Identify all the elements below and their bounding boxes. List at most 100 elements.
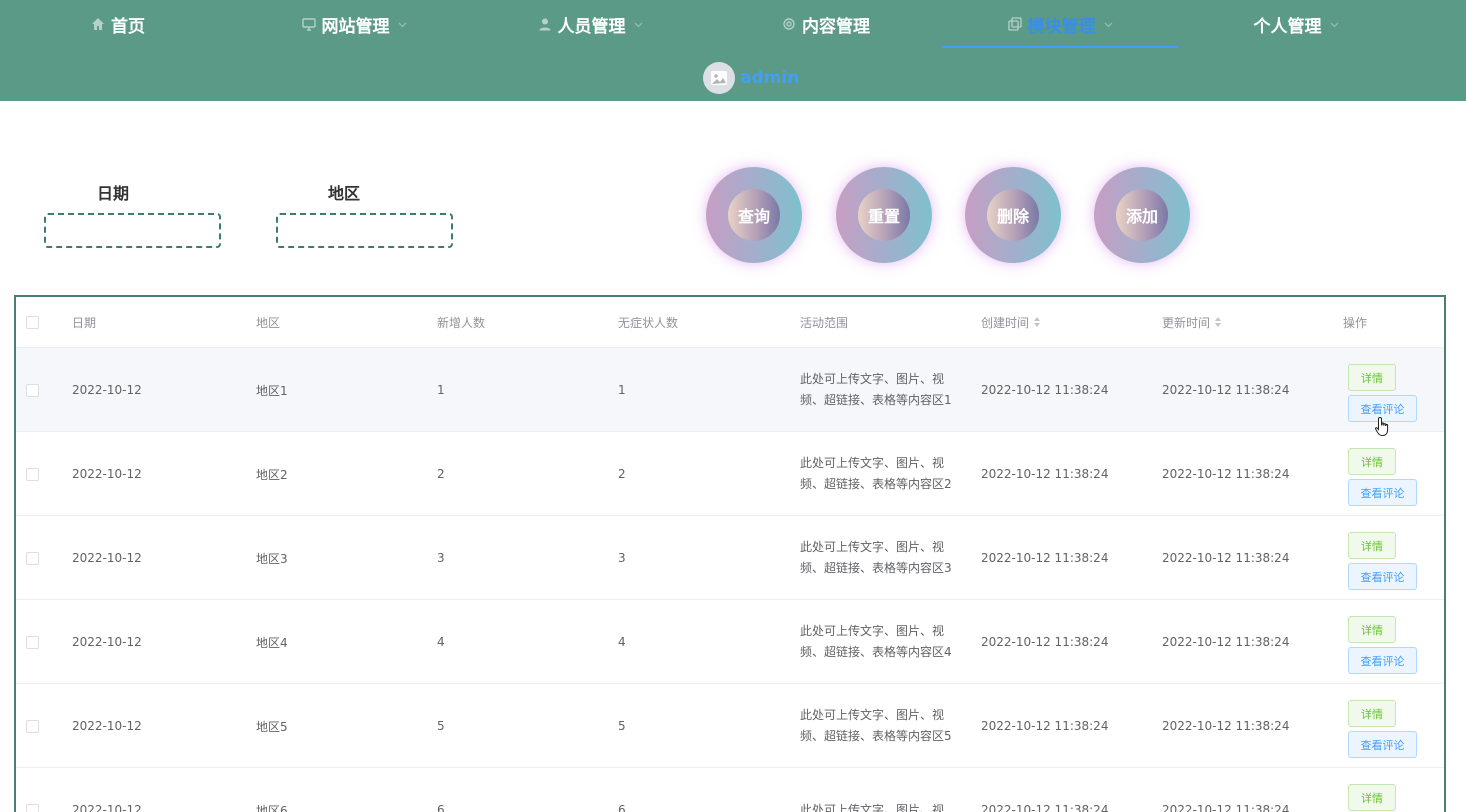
range-line: 此处可上传文字、图片、视 [800, 372, 945, 386]
cell-date: 2022-10-12 [72, 551, 142, 565]
row-checkbox[interactable] [26, 684, 39, 768]
region-search-input[interactable] [276, 213, 453, 248]
nav-item-module[interactable]: 模块管理 [942, 0, 1178, 48]
cell-range: 此处可上传文字、图片、视 频、超链接、表格等内容区3 [800, 516, 965, 600]
nav-item-home[interactable]: 首页 [0, 0, 236, 48]
column-header-created[interactable]: 创建时间 [981, 297, 1041, 347]
nav-item-content[interactable]: 内容管理 [708, 0, 944, 48]
range-line: 频、超链接、表格等内容区3 [800, 561, 952, 575]
picture-icon [711, 71, 727, 85]
detail-button[interactable]: 详情 [1348, 616, 1396, 643]
range-line: 此处可上传文字、图片、视 [800, 456, 945, 470]
column-header-updated[interactable]: 更新时间 [1162, 297, 1222, 347]
cell-date: 2022-10-12 [72, 467, 142, 481]
column-header-region: 地区 [256, 315, 281, 330]
settings-icon [782, 17, 796, 31]
cell-asymptomatic: 5 [618, 719, 626, 733]
cell-updated: 2022-10-12 11:38:24 [1162, 383, 1290, 397]
view-comments-button[interactable]: 查看评论 [1348, 647, 1417, 674]
delete-button[interactable]: 删除 [965, 167, 1061, 263]
cell-updated: 2022-10-12 11:38:24 [1162, 635, 1290, 649]
add-button[interactable]: 添加 [1094, 167, 1190, 263]
query-button[interactable]: 查询 [706, 167, 802, 263]
table-row[interactable]: 2022-10-12 地区3 3 3 此处可上传文字、图片、视 频、超链接、表格等… [16, 515, 1444, 599]
cell-date: 2022-10-12 [72, 803, 142, 812]
sort-icon[interactable] [1034, 317, 1041, 327]
cell-region: 地区6 [256, 803, 288, 812]
cell-new-count: 4 [437, 635, 445, 649]
cell-updated: 2022-10-12 11:38:24 [1162, 467, 1290, 481]
nav-label: 内容管理 [802, 16, 870, 37]
hand-cursor-icon [1375, 416, 1389, 436]
cell-created: 2022-10-12 11:38:24 [981, 383, 1109, 397]
view-comments-button[interactable]: 查看评论 [1348, 563, 1417, 590]
monitor-icon [301, 17, 316, 31]
cell-region: 地区4 [256, 635, 288, 650]
chevron-down-icon [634, 20, 643, 29]
cell-region: 地区1 [256, 383, 288, 398]
delete-button-label: 删除 [987, 189, 1039, 241]
select-all-checkbox[interactable] [26, 297, 39, 347]
view-comments-button[interactable]: 查看评论 [1348, 479, 1417, 506]
row-checkbox[interactable] [26, 768, 39, 812]
query-button-label: 查询 [728, 189, 780, 241]
date-search-input[interactable] [44, 213, 221, 248]
cell-created: 2022-10-12 11:38:24 [981, 467, 1109, 481]
nav-label: 模块管理 [1027, 16, 1096, 37]
detail-button[interactable]: 详情 [1348, 784, 1396, 811]
copy-icon [1007, 17, 1022, 31]
nav-item-personal[interactable]: 个人管理 [1178, 0, 1414, 48]
user-menu[interactable]: admin [703, 60, 799, 96]
chevron-down-icon [1104, 20, 1113, 29]
range-line: 此处可上传文字、图片、视 [800, 708, 945, 722]
range-line: 频、超链接、表格等内容区4 [800, 645, 952, 659]
username: admin [740, 68, 800, 88]
cell-updated: 2022-10-12 11:38:24 [1162, 551, 1290, 565]
reset-button[interactable]: 重置 [836, 167, 932, 263]
detail-button[interactable]: 详情 [1348, 448, 1396, 475]
table-row[interactable]: 2022-10-12 地区2 2 2 此处可上传文字、图片、视 频、超链接、表格等… [16, 431, 1444, 515]
range-line: 此处可上传文字、图片、视 [800, 540, 945, 554]
cell-region: 地区3 [256, 551, 288, 566]
table-header: 日期 地区 新增人数 无症状人数 活动范围 创建时间 更新时间 操作 [16, 297, 1444, 347]
row-checkbox[interactable] [26, 348, 39, 432]
nav-item-website[interactable]: 网站管理 [236, 0, 472, 48]
cell-range: 此处可上传文字、图片、视 频、超链接、表格等内容区2 [800, 432, 965, 516]
cell-asymptomatic: 2 [618, 467, 626, 481]
column-header-range: 活动范围 [800, 315, 849, 330]
cell-created: 2022-10-12 11:38:24 [981, 803, 1109, 812]
column-header-actions: 操作 [1343, 315, 1368, 330]
detail-button[interactable]: 详情 [1348, 700, 1396, 727]
row-checkbox[interactable] [26, 516, 39, 600]
row-checkbox[interactable] [26, 432, 39, 516]
nav-item-people[interactable]: 人员管理 [472, 0, 708, 48]
range-line: 此处可上传文字、图片、视 [800, 624, 945, 638]
detail-button[interactable]: 详情 [1348, 532, 1396, 559]
cell-created: 2022-10-12 11:38:24 [981, 551, 1109, 565]
column-header-date: 日期 [72, 315, 97, 330]
range-line: 频、超链接、表格等内容区2 [800, 477, 952, 491]
add-button-label: 添加 [1116, 189, 1168, 241]
home-icon [91, 17, 105, 31]
data-table: 日期 地区 新增人数 无症状人数 活动范围 创建时间 更新时间 操作 2022-… [14, 295, 1446, 812]
cell-range: 此处可上传文字、图片、视 频、超链接、表格等内容区1 [800, 348, 965, 432]
row-checkbox[interactable] [26, 600, 39, 684]
nav-label: 个人管理 [1253, 16, 1322, 37]
cell-region: 地区2 [256, 467, 288, 482]
avatar[interactable] [703, 62, 735, 94]
cell-asymptomatic: 1 [618, 383, 626, 397]
nav-label: 网站管理 [321, 16, 390, 37]
cell-updated: 2022-10-12 11:38:24 [1162, 803, 1290, 812]
table-row[interactable]: 2022-10-12 地区5 5 5 此处可上传文字、图片、视 频、超链接、表格等… [16, 683, 1444, 767]
cell-new-count: 6 [437, 803, 445, 812]
date-label: 日期 [97, 184, 130, 203]
top-header: 首页 网站管理 人员管理 内容管理 模块管理 个人管理 admin [0, 0, 1466, 101]
table-row[interactable]: 2022-10-12 地区4 4 4 此处可上传文字、图片、视 频、超链接、表格等… [16, 599, 1444, 683]
table-row[interactable]: 2022-10-12 地区1 1 1 此处可上传文字、图片、视 频、超链接、表格等… [16, 347, 1444, 431]
nav-label: 人员管理 [557, 16, 626, 37]
sort-icon[interactable] [1215, 317, 1222, 327]
cell-asymptomatic: 4 [618, 635, 626, 649]
table-row[interactable]: 2022-10-12 地区6 6 6 此处可上传文字、图片、视 2022-10-… [16, 767, 1444, 812]
detail-button[interactable]: 详情 [1348, 364, 1396, 391]
view-comments-button[interactable]: 查看评论 [1348, 731, 1417, 758]
